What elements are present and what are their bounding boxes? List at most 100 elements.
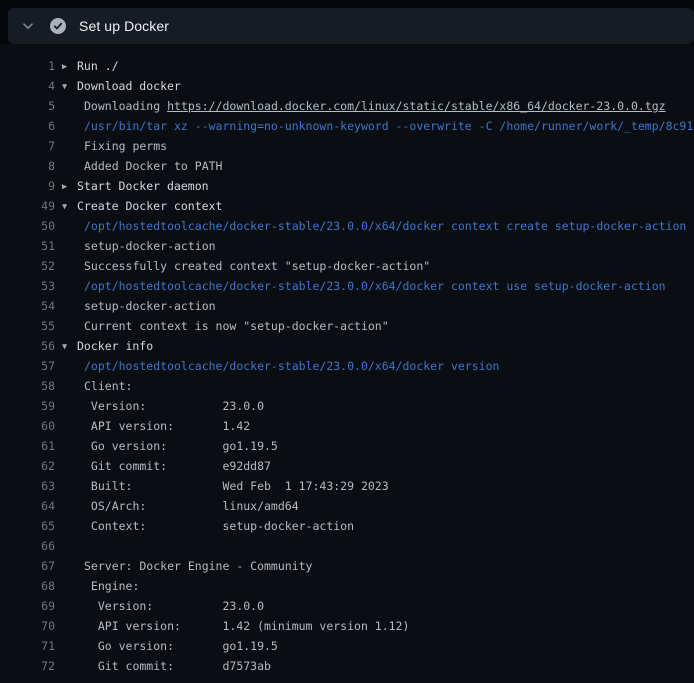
group-title: Create Docker context — [77, 199, 222, 213]
line-number-link[interactable]: 51 — [0, 236, 55, 256]
log-group-toggle[interactable]: ▶Run ./ — [62, 56, 119, 76]
log-line: 69 Version: 23.0.0 — [0, 596, 694, 616]
line-number-link[interactable]: 50 — [0, 216, 55, 236]
log-line: 5 Downloading https://download.docker.co… — [0, 96, 694, 116]
log-line: 7 Fixing perms — [0, 136, 694, 156]
check-circle-icon — [50, 18, 66, 34]
line-number-link[interactable]: 55 — [0, 316, 55, 336]
log-line-content: /opt/hostedtoolcache/docker-stable/23.0.… — [84, 356, 499, 376]
log-group-toggle[interactable]: ▶Start Docker daemon — [62, 176, 209, 196]
log-text: API version: 1.42 — [84, 416, 250, 436]
log-line: 72 Git commit: d7573ab — [0, 656, 694, 676]
log-line: 66 — [0, 536, 694, 556]
log-text: Go version: go1.19.5 — [84, 636, 278, 656]
log-line: 64 OS/Arch: linux/amd64 — [0, 496, 694, 516]
log-line: 58 Client: — [0, 376, 694, 396]
line-number-link[interactable]: 70 — [0, 616, 55, 636]
log-line: 68 Engine: — [0, 576, 694, 596]
line-number-link[interactable]: 59 — [0, 396, 55, 416]
line-number-link[interactable]: 71 — [0, 636, 55, 656]
log-line: 62 Git commit: e92dd87 — [0, 456, 694, 476]
log-line: 70 API version: 1.42 (minimum version 1.… — [0, 616, 694, 636]
log-text: Added Docker to PATH — [84, 156, 222, 176]
group-title: Start Docker daemon — [77, 179, 209, 193]
log-text: Context: setup-docker-action — [84, 516, 354, 536]
log-text: Engine: — [84, 576, 139, 596]
log-line-content: /usr/bin/tar xz --warning=no-unknown-key… — [84, 116, 693, 136]
log-text: Git commit: d7573ab — [84, 656, 271, 676]
log-line: 49 ▼Create Docker context — [0, 196, 694, 216]
line-number-link[interactable]: 56 — [0, 336, 55, 356]
line-number-link[interactable]: 72 — [0, 656, 55, 676]
chevron-right-icon: ▶ — [62, 177, 77, 197]
log-line: 54 setup-docker-action — [0, 296, 694, 316]
log-line: 65 Context: setup-docker-action — [0, 516, 694, 536]
line-number-link[interactable]: 5 — [0, 96, 55, 116]
log-text: Downloading — [84, 99, 167, 113]
step-header[interactable]: Set up Docker — [8, 8, 694, 44]
line-number-link[interactable]: 57 — [0, 356, 55, 376]
log-text: Go version: go1.19.5 — [84, 436, 278, 456]
log-line: 55 Current context is now "setup-docker-… — [0, 316, 694, 336]
log-text: setup-docker-action — [84, 236, 216, 256]
log-text: Successfully created context "setup-dock… — [84, 256, 430, 276]
download-url-link[interactable]: https://download.docker.com/linux/static… — [167, 99, 666, 113]
line-number-link[interactable]: 52 — [0, 256, 55, 276]
log-group-toggle[interactable]: ▼Create Docker context — [62, 196, 222, 216]
actions-log-viewer: Set up Docker 1 ▶Run ./ 4 ▼Download dock… — [0, 0, 694, 683]
log-text: Git commit: e92dd87 — [84, 456, 271, 476]
log-text: Built: Wed Feb 1 17:43:29 2023 — [84, 476, 389, 496]
line-number-link[interactable]: 64 — [0, 496, 55, 516]
log-text: OS/Arch: linux/amd64 — [84, 496, 299, 516]
group-title: Run ./ — [77, 59, 119, 73]
log-line: 6 /usr/bin/tar xz --warning=no-unknown-k… — [0, 116, 694, 136]
chevron-right-icon: ▶ — [62, 57, 77, 77]
chevron-down-icon[interactable] — [20, 18, 36, 34]
log-line: 56 ▼Docker info — [0, 336, 694, 356]
log-line-content: /opt/hostedtoolcache/docker-stable/23.0.… — [84, 276, 666, 296]
log-line: 67 Server: Docker Engine - Community — [0, 556, 694, 576]
line-number-link[interactable]: 63 — [0, 476, 55, 496]
line-number-link[interactable]: 60 — [0, 416, 55, 436]
line-number-link[interactable]: 66 — [0, 536, 55, 556]
log-text: Version: 23.0.0 — [84, 596, 264, 616]
line-number-link[interactable]: 62 — [0, 456, 55, 476]
line-number-link[interactable]: 4 — [0, 76, 55, 96]
line-number-link[interactable]: 68 — [0, 576, 55, 596]
line-number-link[interactable]: 54 — [0, 296, 55, 316]
log-line: 61 Go version: go1.19.5 — [0, 436, 694, 456]
line-number-link[interactable]: 7 — [0, 136, 55, 156]
log-line: 1 ▶Run ./ — [0, 56, 694, 76]
log-line: 51 setup-docker-action — [0, 236, 694, 256]
line-number-link[interactable]: 53 — [0, 276, 55, 296]
line-number-link[interactable]: 61 — [0, 436, 55, 456]
log-line: 8 Added Docker to PATH — [0, 156, 694, 176]
line-number-link[interactable]: 1 — [0, 56, 55, 76]
line-number-link[interactable]: 6 — [0, 116, 55, 136]
command-text: /usr/bin/tar xz --warning=no-unknown-key… — [84, 119, 693, 133]
chevron-down-icon: ▼ — [62, 77, 77, 97]
line-number-link[interactable]: 67 — [0, 556, 55, 576]
log-line: 50 /opt/hostedtoolcache/docker-stable/23… — [0, 216, 694, 236]
log-line-content: /opt/hostedtoolcache/docker-stable/23.0.… — [84, 216, 686, 236]
line-number-link[interactable]: 65 — [0, 516, 55, 536]
log-line: 52 Successfully created context "setup-d… — [0, 256, 694, 276]
group-title: Docker info — [77, 339, 153, 353]
log-text: Client: — [84, 376, 132, 396]
command-text: /opt/hostedtoolcache/docker-stable/23.0.… — [84, 219, 686, 233]
line-number-link[interactable]: 49 — [0, 196, 55, 216]
log-area: 1 ▶Run ./ 4 ▼Download docker 5 Downloadi… — [0, 44, 694, 683]
line-number-link[interactable]: 58 — [0, 376, 55, 396]
log-text: Server: Docker Engine - Community — [84, 556, 312, 576]
log-text: Version: 23.0.0 — [84, 396, 264, 416]
log-group-toggle[interactable]: ▼Download docker — [62, 76, 181, 96]
line-number-link[interactable]: 8 — [0, 156, 55, 176]
command-text: /opt/hostedtoolcache/docker-stable/23.0.… — [84, 279, 666, 293]
log-line-content: Downloading https://download.docker.com/… — [84, 96, 666, 116]
log-group-toggle[interactable]: ▼Docker info — [62, 336, 153, 356]
log-line: 60 API version: 1.42 — [0, 416, 694, 436]
line-number-link[interactable]: 9 — [0, 176, 55, 196]
log-line: 63 Built: Wed Feb 1 17:43:29 2023 — [0, 476, 694, 496]
log-text: Fixing perms — [84, 136, 167, 156]
line-number-link[interactable]: 69 — [0, 596, 55, 616]
